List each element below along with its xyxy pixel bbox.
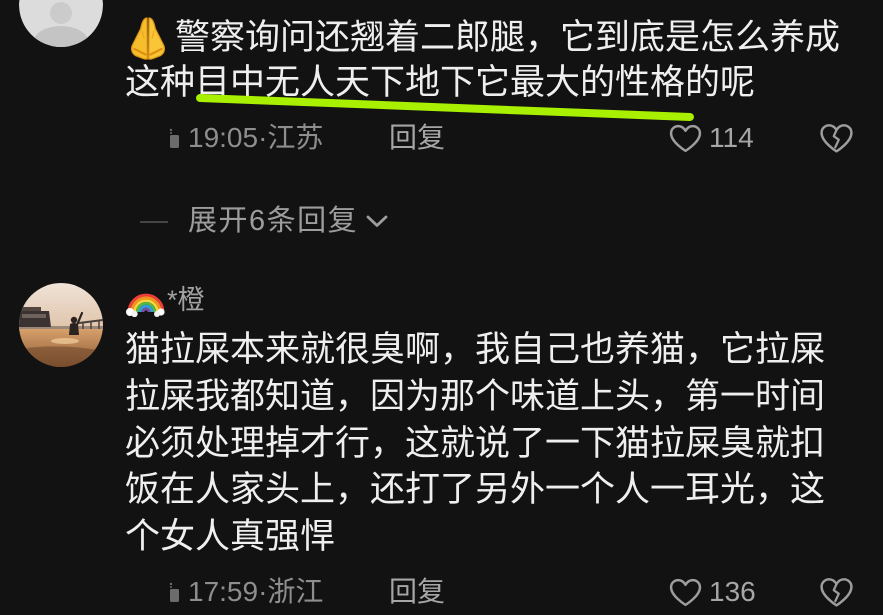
broken-heart-icon: [820, 124, 853, 153]
commenter-name-row[interactable]: *橙: [125, 281, 205, 319]
time-location: 19:05·江苏: [188, 118, 323, 158]
comment-meta-row: 19:05·江苏 回复 114: [0, 118, 883, 158]
meta-marker-icon: [167, 581, 183, 603]
like-button[interactable]: 136: [669, 572, 756, 612]
comment-time: 19:05: [188, 122, 259, 153]
folded-hands-icon: [125, 16, 171, 60]
reply-button[interactable]: 回复: [389, 118, 445, 158]
commenter-username[interactable]: *橙: [167, 281, 205, 319]
time-location: 17:59·浙江: [188, 572, 323, 612]
comment-feed: 警察询问还翘着二郎腿，它到底是怎么养成 这种目中无人天下地下它最大的性格的呢 1…: [0, 0, 883, 615]
heart-outline-icon: [669, 578, 702, 606]
like-button[interactable]: 114: [669, 118, 754, 158]
expand-divider: [140, 221, 168, 223]
broken-heart-icon: [820, 578, 853, 607]
avatar-image: [19, 283, 103, 367]
meta-marker-icon: [167, 127, 183, 149]
comment-location: 浙江: [267, 576, 324, 607]
comment-line-text: 警察询问还翘着二郎腿，它到底是怎么养成: [175, 18, 841, 57]
meta-separator: ·: [258, 122, 268, 153]
comment-location: 江苏: [267, 122, 324, 153]
commenter-avatar[interactable]: [19, 283, 103, 367]
dislike-button[interactable]: [819, 123, 854, 154]
like-count: 114: [709, 122, 754, 153]
chevron-down-icon: [366, 215, 388, 227]
expand-replies-button[interactable]: 展开6条回复: [0, 201, 883, 241]
comment-text-line: 饭在人家头上，还打了另外一个人一耳光，这: [125, 470, 826, 510]
comment-text-line: 拉屎我都知道，因为那个味道上头，第一时间: [125, 376, 826, 416]
meta-separator: ·: [258, 576, 268, 607]
comment-text[interactable]: 猫拉屎本来就很臭啊，我自己也养猫，它拉屎 拉屎我都知道，因为那个味道上头，第一时…: [125, 327, 825, 561]
dislike-button[interactable]: [819, 577, 854, 608]
heart-outline-icon: [669, 124, 702, 152]
comment-text-line: 个女人真强悍: [125, 517, 336, 556]
rainbow-icon: [126, 293, 165, 317]
expand-replies-label: 展开6条回复: [188, 205, 359, 237]
reply-button[interactable]: 回复: [389, 572, 445, 612]
expand-replies-content[interactable]: 展开6条回复: [188, 201, 388, 241]
like-count: 136: [709, 576, 756, 607]
commenter-avatar[interactable]: [19, 0, 103, 47]
comment-meta-row: 17:59·浙江 回复 136: [0, 572, 883, 612]
comment-text-line: 必须处理掉才行，这就说了一下猫拉屎臭就扣: [125, 423, 826, 463]
comment-text-line: 猫拉屎本来就很臭啊，我自己也养猫，它拉屎: [125, 330, 826, 369]
avatar-image: [19, 0, 103, 47]
comment-text-line: 警察询问还翘着二郎腿，它到底是怎么养成: [125, 15, 840, 60]
comment-time: 17:59: [188, 576, 259, 607]
